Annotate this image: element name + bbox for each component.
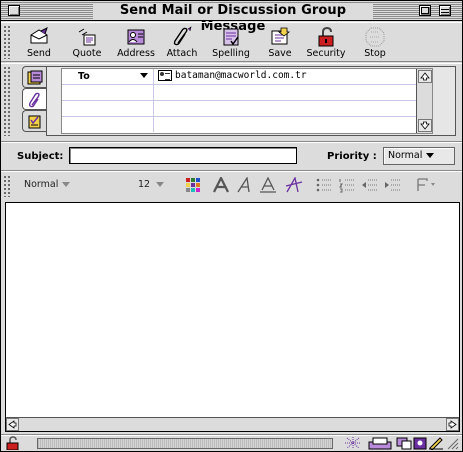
quote-button[interactable]: Quote xyxy=(69,24,105,60)
chevron-down-icon xyxy=(426,153,434,158)
toolbar-grip[interactable] xyxy=(3,25,11,59)
tab-addressing[interactable] xyxy=(22,66,46,88)
resize-grip-icon[interactable] xyxy=(445,436,459,450)
collapse-box[interactable] xyxy=(439,5,451,16)
window-title: Send Mail or Discussion Group Message xyxy=(93,3,373,34)
arrow-right-icon xyxy=(448,420,457,429)
recipient-type-cell[interactable] xyxy=(62,101,154,116)
save-icon xyxy=(271,27,291,45)
recipient-row[interactable] xyxy=(62,101,432,117)
attach-label: Attach xyxy=(166,48,198,59)
quote-icon xyxy=(78,28,96,46)
priority-label: Priority : xyxy=(327,151,377,162)
recipient-address[interactable]: bataman@macworld.com.tr xyxy=(175,70,307,82)
status-progress-bar xyxy=(37,438,333,449)
priority-value: Normal xyxy=(388,150,423,161)
chevron-down-icon[interactable] xyxy=(156,182,164,187)
arrow-down-icon xyxy=(420,121,430,130)
recipient-row[interactable]: To bataman@macworld.com.tr xyxy=(62,69,432,85)
security-lock-icon[interactable] xyxy=(5,436,21,450)
indent-icon[interactable] xyxy=(384,177,402,193)
scroll-up-arrow[interactable] xyxy=(418,70,432,83)
contact-card-icon xyxy=(158,70,172,81)
strike-a-icon[interactable] xyxy=(285,177,303,193)
attach-button[interactable]: Attach xyxy=(164,24,200,60)
address-area-grip[interactable] xyxy=(3,66,11,136)
recipient-type-cell[interactable] xyxy=(62,85,154,100)
subject-row: Subject: Priority : Normal xyxy=(1,141,462,170)
tab-attachments[interactable] xyxy=(22,88,46,110)
network-activity-icon xyxy=(345,437,361,449)
mail-tray-icon[interactable] xyxy=(368,436,392,450)
arrow-up-icon xyxy=(420,72,430,81)
recipient-scrollbar[interactable] xyxy=(416,69,432,133)
toolbar: Send Quote Address Attach Spelling Save … xyxy=(1,22,462,62)
address-book-icon xyxy=(127,29,145,45)
format-bar-grip[interactable] xyxy=(3,175,11,197)
color-icon[interactable] xyxy=(185,177,201,193)
scroll-left-arrow[interactable] xyxy=(6,418,19,431)
discussion-icon[interactable] xyxy=(396,436,412,450)
recipient-type-popup[interactable]: To xyxy=(78,71,90,82)
spelling-label: Spelling xyxy=(212,48,250,59)
recipient-list: To bataman@macworld.com.tr xyxy=(61,68,433,134)
send-icon xyxy=(30,27,48,44)
paragraph-style-popup[interactable]: Normal xyxy=(24,177,58,193)
scroll-right-arrow[interactable] xyxy=(446,418,459,431)
insert-icon[interactable] xyxy=(415,177,439,193)
bulleted-list-icon[interactable] xyxy=(315,177,333,193)
title-bar[interactable]: Send Mail or Discussion Group Message xyxy=(1,1,462,34)
quote-label: Quote xyxy=(72,48,102,59)
status-bar xyxy=(1,434,462,451)
send-button[interactable]: Send xyxy=(21,24,57,60)
address-label: Address xyxy=(117,48,155,59)
security-label: Security xyxy=(306,48,346,59)
paperclip-icon xyxy=(28,92,40,108)
address-area: To bataman@macworld.com.tr xyxy=(1,63,462,141)
security-button[interactable]: Security xyxy=(305,24,347,60)
save-label: Save xyxy=(268,48,292,59)
recipient-type-cell[interactable]: To xyxy=(62,69,154,84)
outdent-icon[interactable] xyxy=(361,177,379,193)
send-label: Send xyxy=(27,48,51,59)
format-bar: Normal 12 xyxy=(1,170,462,199)
underline-a-icon[interactable] xyxy=(259,177,277,193)
bold-a-icon[interactable] xyxy=(212,177,230,193)
body-horizontal-scrollbar[interactable] xyxy=(6,417,459,431)
chevron-down-icon[interactable] xyxy=(62,182,70,187)
recipient-row[interactable] xyxy=(62,85,432,101)
paperclip-icon xyxy=(173,26,192,46)
spelling-button[interactable]: Spelling xyxy=(210,24,252,60)
address-panel: To bataman@macworld.com.tr xyxy=(46,66,456,136)
scroll-down-arrow[interactable] xyxy=(418,119,432,132)
composer-icon[interactable] xyxy=(428,436,444,450)
arrow-left-icon xyxy=(8,420,17,429)
spelling-icon xyxy=(223,28,239,46)
stop-button[interactable]: Stop xyxy=(358,24,392,60)
italic-a-icon[interactable] xyxy=(236,177,254,193)
subject-label: Subject: xyxy=(17,151,64,162)
address-card-icon xyxy=(27,70,43,85)
zoom-box[interactable] xyxy=(419,5,431,16)
tab-options[interactable] xyxy=(22,110,46,132)
close-box[interactable] xyxy=(8,5,20,16)
numbered-list-icon[interactable] xyxy=(338,177,356,193)
priority-popup[interactable]: Normal xyxy=(383,147,455,165)
stop-label: Stop xyxy=(364,48,386,59)
address-book-icon[interactable] xyxy=(413,436,427,450)
lock-icon xyxy=(318,26,334,47)
message-body xyxy=(5,202,460,432)
message-body-editor[interactable] xyxy=(6,203,459,417)
stop-icon xyxy=(365,27,385,47)
options-icon xyxy=(28,115,41,129)
font-size-popup[interactable]: 12 xyxy=(138,177,150,193)
address-button[interactable]: Address xyxy=(115,24,157,60)
compose-window: Send Mail or Discussion Group Message Se… xyxy=(0,0,463,452)
subject-input[interactable] xyxy=(69,147,297,164)
save-button[interactable]: Save xyxy=(263,24,297,60)
recipient-row[interactable] xyxy=(62,117,432,133)
chevron-down-icon[interactable] xyxy=(140,73,148,78)
recipient-type-cell[interactable] xyxy=(62,117,154,132)
